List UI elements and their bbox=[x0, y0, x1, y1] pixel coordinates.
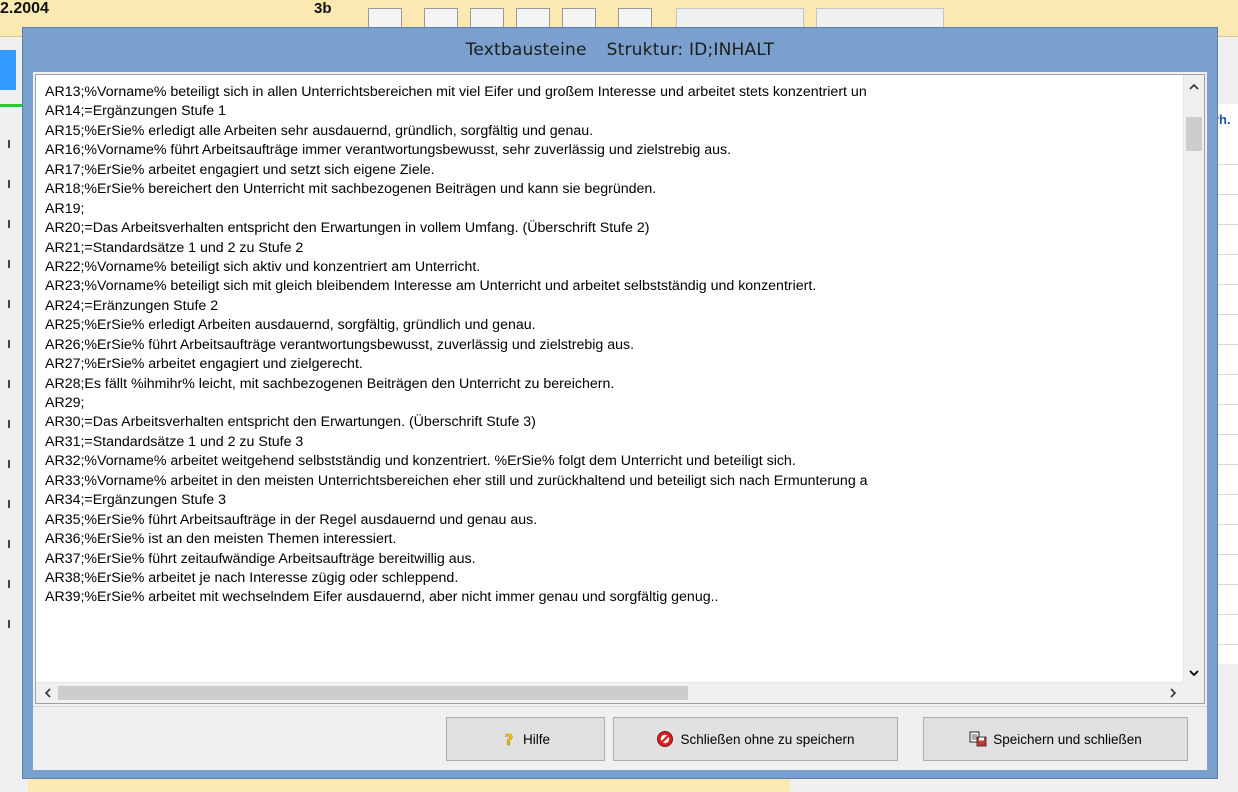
close-without-save-label: Schließen ohne zu speichern bbox=[680, 731, 855, 747]
dialog-title: Textbausteine Struktur: ID;INHALT bbox=[466, 40, 775, 60]
text-module-line[interactable]: AR24;=Eränzungen Stufe 2 bbox=[45, 297, 1183, 316]
text-module-line[interactable]: AR37;%ErSie% führt zeitaufwändige Arbeit… bbox=[45, 550, 1183, 569]
svg-text:?: ? bbox=[505, 731, 514, 747]
text-module-line[interactable]: AR28;Es fällt %ihmihr% leicht, mit sachb… bbox=[45, 375, 1183, 394]
dialog-body: AR13;%Vorname% beteiligt sich in allen U… bbox=[33, 72, 1207, 770]
horizontal-scroll-thumb[interactable] bbox=[58, 686, 688, 700]
text-module-line[interactable]: AR22;%Vorname% beteiligt sich aktiv und … bbox=[45, 258, 1183, 277]
text-module-line[interactable]: AR16;%Vorname% führt Arbeitsaufträge imm… bbox=[45, 141, 1183, 160]
text-module-line[interactable]: AR33;%Vorname% arbeitet in den meisten U… bbox=[45, 472, 1183, 491]
text-module-line[interactable]: AR25;%ErSie% erledigt Arbeiten ausdauern… bbox=[45, 316, 1183, 335]
background-grid bbox=[1216, 104, 1238, 664]
background-left-column bbox=[0, 100, 22, 660]
help-button-label: Hilfe bbox=[522, 731, 550, 747]
text-module-line[interactable]: AR35;%ErSie% führt Arbeitsaufträge in de… bbox=[45, 511, 1183, 530]
dialog-title-text: Textbausteine bbox=[465, 40, 587, 60]
question-mark-icon: ? bbox=[501, 731, 517, 747]
vertical-scroll-thumb[interactable] bbox=[1186, 117, 1202, 151]
text-module-line[interactable]: AR38;%ErSie% arbeitet je nach Interesse … bbox=[45, 569, 1183, 588]
background-bottom-panel bbox=[290, 778, 790, 792]
text-module-line[interactable]: AR32;%Vorname% arbeitet weitgehend selbs… bbox=[45, 452, 1183, 471]
text-module-line[interactable]: AR15;%ErSie% erledigt alle Arbeiten sehr… bbox=[45, 122, 1183, 141]
background-date-label: 2.2004 bbox=[0, 0, 49, 17]
text-lines[interactable]: AR13;%Vorname% beteiligt sich in allen U… bbox=[45, 83, 1183, 679]
text-module-line[interactable]: AR36;%ErSie% ist an den meisten Themen i… bbox=[45, 530, 1183, 549]
text-module-line[interactable]: AR31;=Standardsätze 1 und 2 zu Stufe 3 bbox=[45, 433, 1183, 452]
background-selected-tab bbox=[0, 50, 16, 90]
textbausteine-dialog: Textbausteine Struktur: ID;INHALT AR13;%V… bbox=[22, 27, 1218, 779]
scroll-down-icon[interactable] bbox=[1184, 662, 1204, 684]
text-module-line[interactable]: AR18;%ErSie% bereichert den Unterricht m… bbox=[45, 180, 1183, 199]
scrollbar-corner bbox=[1183, 682, 1204, 703]
text-module-line[interactable]: AR19; bbox=[45, 200, 1183, 219]
text-module-line[interactable]: AR26;%ErSie% führt Arbeitsaufträge veran… bbox=[45, 336, 1183, 355]
dialog-button-bar: ? Hilfe Schließen ohne zu speichern Spei… bbox=[33, 706, 1207, 771]
scroll-right-icon[interactable] bbox=[1162, 683, 1184, 703]
horizontal-scrollbar[interactable] bbox=[36, 682, 1184, 703]
text-module-line[interactable]: AR23;%Vorname% beteiligt sich mit gleich… bbox=[45, 277, 1183, 296]
dialog-structure-text: Struktur: ID;INHALT bbox=[606, 40, 775, 60]
text-module-line[interactable]: AR30;=Das Arbeitsverhalten entspricht de… bbox=[45, 413, 1183, 432]
vertical-scrollbar[interactable] bbox=[1183, 75, 1204, 684]
scroll-left-icon[interactable] bbox=[36, 683, 58, 703]
text-module-editor[interactable]: AR13;%Vorname% beteiligt sich in allen U… bbox=[35, 74, 1205, 704]
text-module-line[interactable]: AR17;%ErSie% arbeitet engagiert und setz… bbox=[45, 161, 1183, 180]
text-module-line[interactable]: AR13;%Vorname% beteiligt sich in allen U… bbox=[45, 83, 1183, 102]
text-module-line[interactable]: AR29; bbox=[45, 394, 1183, 413]
dialog-titlebar[interactable]: Textbausteine Struktur: ID;INHALT bbox=[23, 28, 1217, 72]
text-module-line[interactable]: AR21;=Standardsätze 1 und 2 zu Stufe 2 bbox=[45, 239, 1183, 258]
help-button[interactable]: ? Hilfe bbox=[446, 717, 605, 761]
close-without-save-button[interactable]: Schließen ohne zu speichern bbox=[613, 717, 898, 761]
text-module-line[interactable]: AR14;=Ergänzungen Stufe 1 bbox=[45, 102, 1183, 121]
text-module-line[interactable]: AR39;%ErSie% arbeitet mit wechselndem Ei… bbox=[45, 588, 1183, 607]
text-module-line[interactable]: AR27;%ErSie% arbeitet engagiert und ziel… bbox=[45, 355, 1183, 374]
no-entry-icon bbox=[656, 730, 674, 748]
save-and-close-button[interactable]: Speichern und schließen bbox=[923, 717, 1188, 761]
text-module-line[interactable]: AR34;=Ergänzungen Stufe 3 bbox=[45, 491, 1183, 510]
text-module-line[interactable]: AR20;=Das Arbeitsverhalten entspricht de… bbox=[45, 219, 1183, 238]
scroll-up-icon[interactable] bbox=[1184, 75, 1204, 97]
save-disk-icon bbox=[969, 731, 987, 747]
background-class-label: 3b bbox=[314, 0, 332, 17]
save-and-close-label: Speichern und schließen bbox=[993, 731, 1142, 747]
